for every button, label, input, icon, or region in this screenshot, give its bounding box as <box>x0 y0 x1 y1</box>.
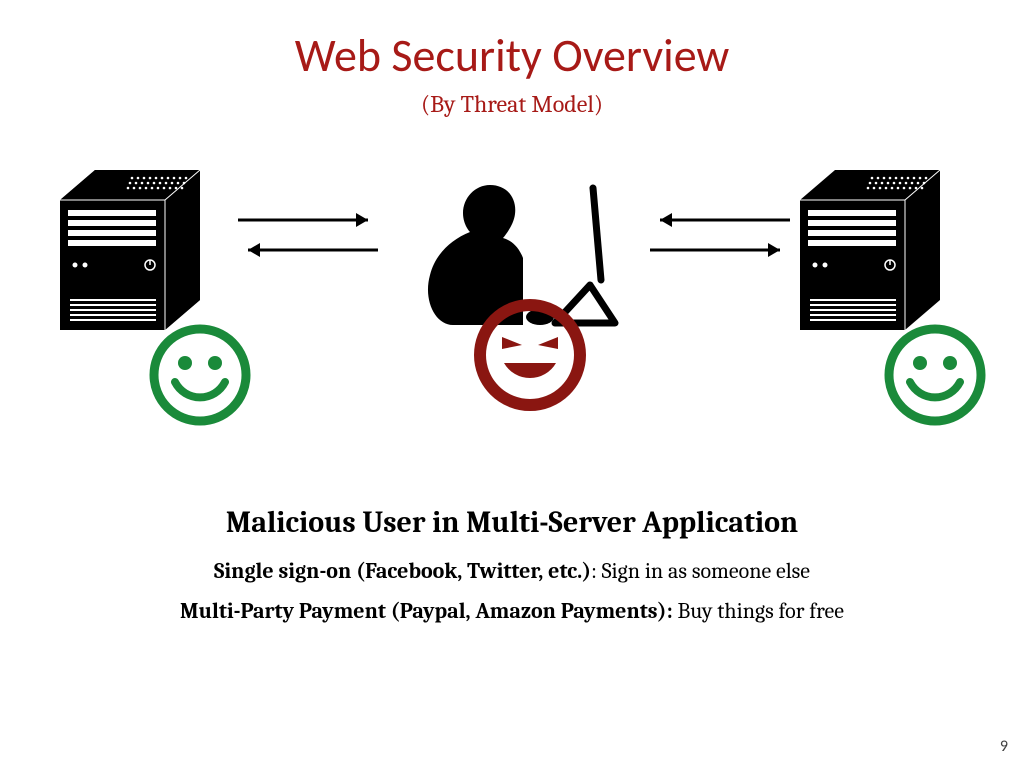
threat-diagram <box>0 170 1024 470</box>
good-smiley-right-icon <box>880 320 990 434</box>
line-payment: Multi-Party Payment (Paypal, Amazon Paym… <box>0 598 1024 624</box>
server-left-icon <box>60 170 210 340</box>
evil-face-icon <box>470 295 590 419</box>
page-number: 9 <box>1000 737 1008 756</box>
slide-title: Web Security Overview <box>0 0 1024 84</box>
arrows-right-icon <box>640 202 800 276</box>
line-payment-bold: Multi-Party Payment (Paypal, Amazon Paym… <box>180 598 673 624</box>
content-text: Malicious User in Multi-Server Applicati… <box>0 505 1024 638</box>
server-right-icon <box>800 170 950 340</box>
line-payment-rest: Buy things for free <box>673 598 844 624</box>
good-smiley-left-icon <box>145 320 255 434</box>
arrows-left-icon <box>228 202 388 276</box>
slide-subtitle: (By Threat Model) <box>0 90 1024 118</box>
line-sso-rest: : Sign in as someone else <box>591 558 810 584</box>
section-heading: Malicious User in Multi-Server Applicati… <box>0 505 1024 540</box>
slide: Web Security Overview (By Threat Model) <box>0 0 1024 768</box>
line-sso: Single sign-on (Facebook, Twitter, etc.)… <box>0 558 1024 584</box>
line-sso-bold: Single sign-on (Facebook, Twitter, etc.) <box>214 558 591 584</box>
